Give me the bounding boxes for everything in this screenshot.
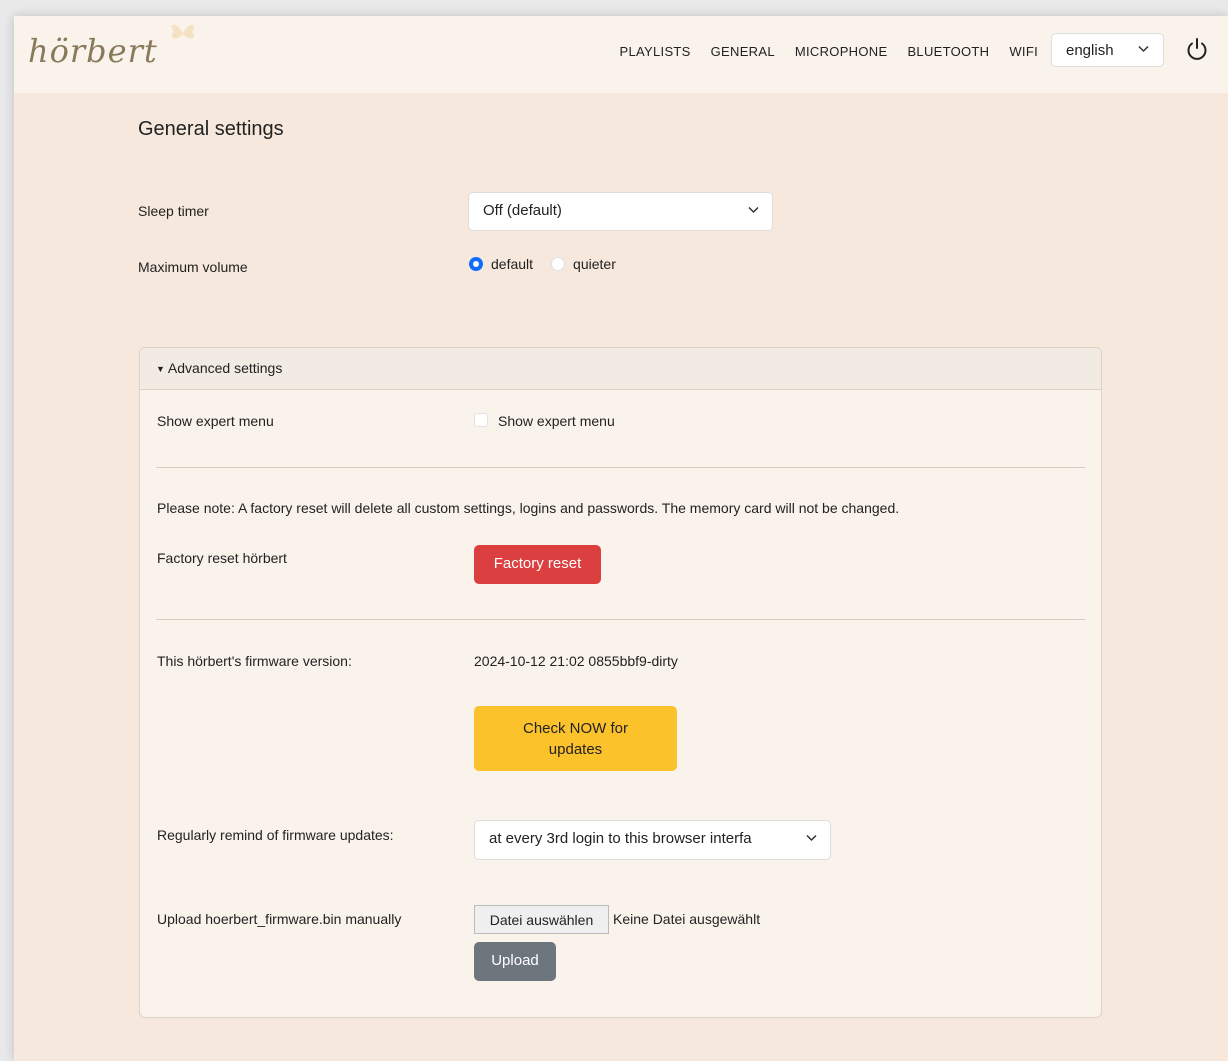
upload-firmware-label: Upload hoerbert_firmware.bin manually [157, 911, 402, 927]
divider [156, 619, 1085, 620]
no-file-selected-text: Keine Datei ausgewählt [613, 911, 761, 927]
remind-updates-select[interactable]: at every 3rd login to this browser inter… [474, 820, 831, 860]
caret-down-icon: ▼ [156, 364, 165, 374]
choose-file-button[interactable]: Datei auswählen [474, 905, 609, 934]
factory-reset-note: Please note: A factory reset will delete… [157, 500, 900, 516]
advanced-settings-toggle[interactable]: ▼ Advanced settings [140, 348, 1101, 390]
firmware-version-value: 2024-10-12 21:02 0855bbf9-dirty [474, 653, 678, 669]
logo-text: hörbert [28, 32, 158, 70]
language-value: english [1066, 42, 1114, 59]
butterfly-icon [171, 24, 195, 39]
chevron-down-icon [806, 834, 817, 842]
nav-microphone[interactable]: MICROPHONE [795, 44, 888, 59]
factory-reset-label: Factory reset hörbert [157, 550, 287, 566]
radio-default[interactable] [469, 257, 483, 271]
max-volume-label: Maximum volume [138, 259, 248, 275]
radio-default-label: default [491, 256, 534, 272]
advanced-settings-card: ▼ Advanced settings Show expert menu Show… [139, 347, 1102, 1018]
main-nav: PLAYLISTS GENERAL MICROPHONE BLUETOOTH W… [620, 44, 1038, 59]
check-updates-button[interactable]: Check NOW for updates [474, 706, 677, 771]
radio-quieter[interactable] [551, 257, 566, 271]
remind-updates-label: Regularly remind of firmware updates: [157, 827, 394, 843]
expert-menu-label: Show expert menu [157, 413, 274, 429]
expert-menu-checkbox-label[interactable]: Show expert menu [498, 413, 615, 429]
factory-reset-button[interactable]: Factory reset [474, 545, 601, 584]
firmware-version-label: This hörbert's firmware version: [157, 653, 352, 669]
radio-quieter-label: quieter [573, 256, 616, 272]
language-select[interactable]: english [1051, 33, 1164, 67]
sleep-timer-value: Off (default) [483, 202, 562, 219]
expert-menu-checkbox[interactable] [474, 413, 488, 427]
remind-updates-value: at every 3rd login to this browser inter… [489, 830, 752, 847]
browser-window: hörbert PLAYLISTS GENERAL MICROPHONE BLU… [14, 16, 1228, 1061]
check-updates-label: Check NOW for updates [522, 720, 628, 758]
nav-general[interactable]: GENERAL [711, 44, 775, 59]
upload-button[interactable]: Upload [474, 942, 556, 981]
advanced-settings-header: Advanced settings [167, 360, 283, 376]
page-title: General settings [138, 118, 284, 140]
divider [156, 467, 1085, 468]
sleep-timer-select[interactable]: Off (default) [468, 192, 773, 231]
nav-bluetooth[interactable]: BLUETOOTH [907, 44, 989, 59]
chevron-down-icon [1138, 45, 1149, 53]
nav-wifi[interactable]: WIFI [1009, 44, 1038, 59]
nav-playlists[interactable]: PLAYLISTS [620, 44, 691, 59]
sleep-timer-label: Sleep timer [138, 203, 209, 219]
hoerbert-logo[interactable]: hörbert [28, 24, 195, 78]
power-icon[interactable] [1184, 37, 1210, 63]
chevron-down-icon [748, 206, 759, 214]
top-navbar: hörbert PLAYLISTS GENERAL MICROPHONE BLU… [14, 16, 1228, 93]
volume-radio-group: default quieter [469, 256, 616, 272]
